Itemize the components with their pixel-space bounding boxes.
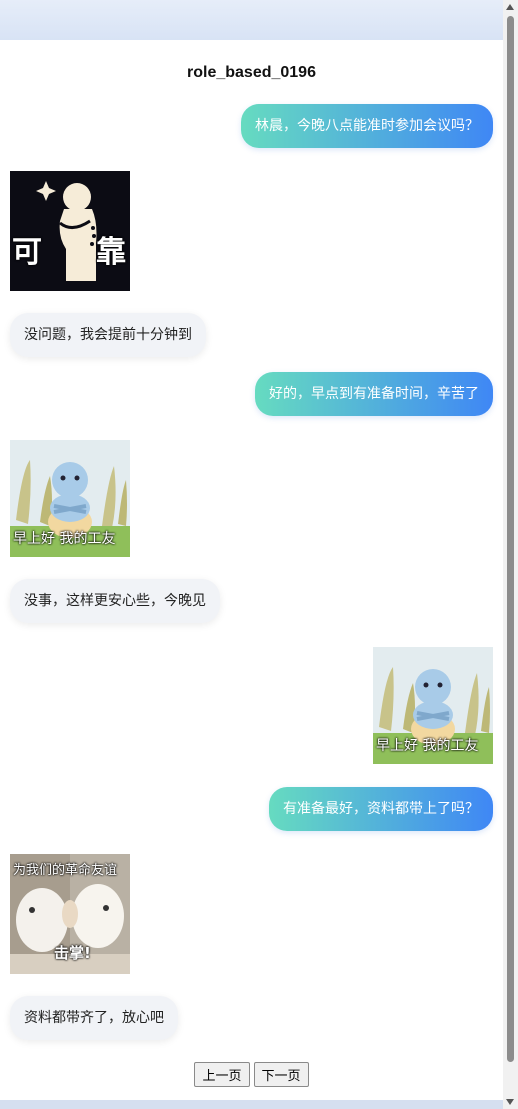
vertical-scrollbar[interactable] [503, 0, 518, 1109]
pagination: 上一页 下一页 [0, 1062, 503, 1087]
message-bubble-incoming: 资料都带齐了，放心吧 [10, 996, 178, 1040]
browser-bottom-bar [0, 1100, 503, 1109]
message-bubble-outgoing: 有准备最好，资料都带上了吗？ [269, 787, 493, 831]
message-bubble-outgoing: 好的，早点到有准备时间，辛苦了 [255, 372, 493, 416]
message-bubble-outgoing: 林晨，今晚八点能准时参加会议吗？ [241, 104, 493, 148]
high-five-sticker: 为我们的革命友谊 击掌! [10, 854, 130, 974]
chat-page: role_based_0196 林晨，今晚八点能准时参加会议吗？ 可 靠 没问题… [0, 40, 503, 1100]
page-title: role_based_0196 [187, 64, 316, 81]
message-bubble-incoming: 没事，这样更安心些，今晚见 [10, 579, 220, 623]
good-morning-sticker: 早上好 我的工友 [373, 647, 493, 764]
scrollbar-thumb[interactable] [507, 16, 514, 1062]
next-page-button[interactable]: 下一页 [253, 1062, 309, 1087]
good-morning-sticker: 早上好 我的工友 [10, 440, 130, 557]
prev-page-button[interactable]: 上一页 [194, 1062, 250, 1087]
browser-top-bar [0, 0, 503, 40]
reliable-sticker: 可 靠 [10, 171, 130, 291]
message-bubble-incoming: 没问题，我会提前十分钟到 [10, 313, 206, 357]
scroll-down-arrow-icon[interactable] [506, 1099, 514, 1105]
scroll-up-arrow-icon[interactable] [506, 4, 514, 10]
